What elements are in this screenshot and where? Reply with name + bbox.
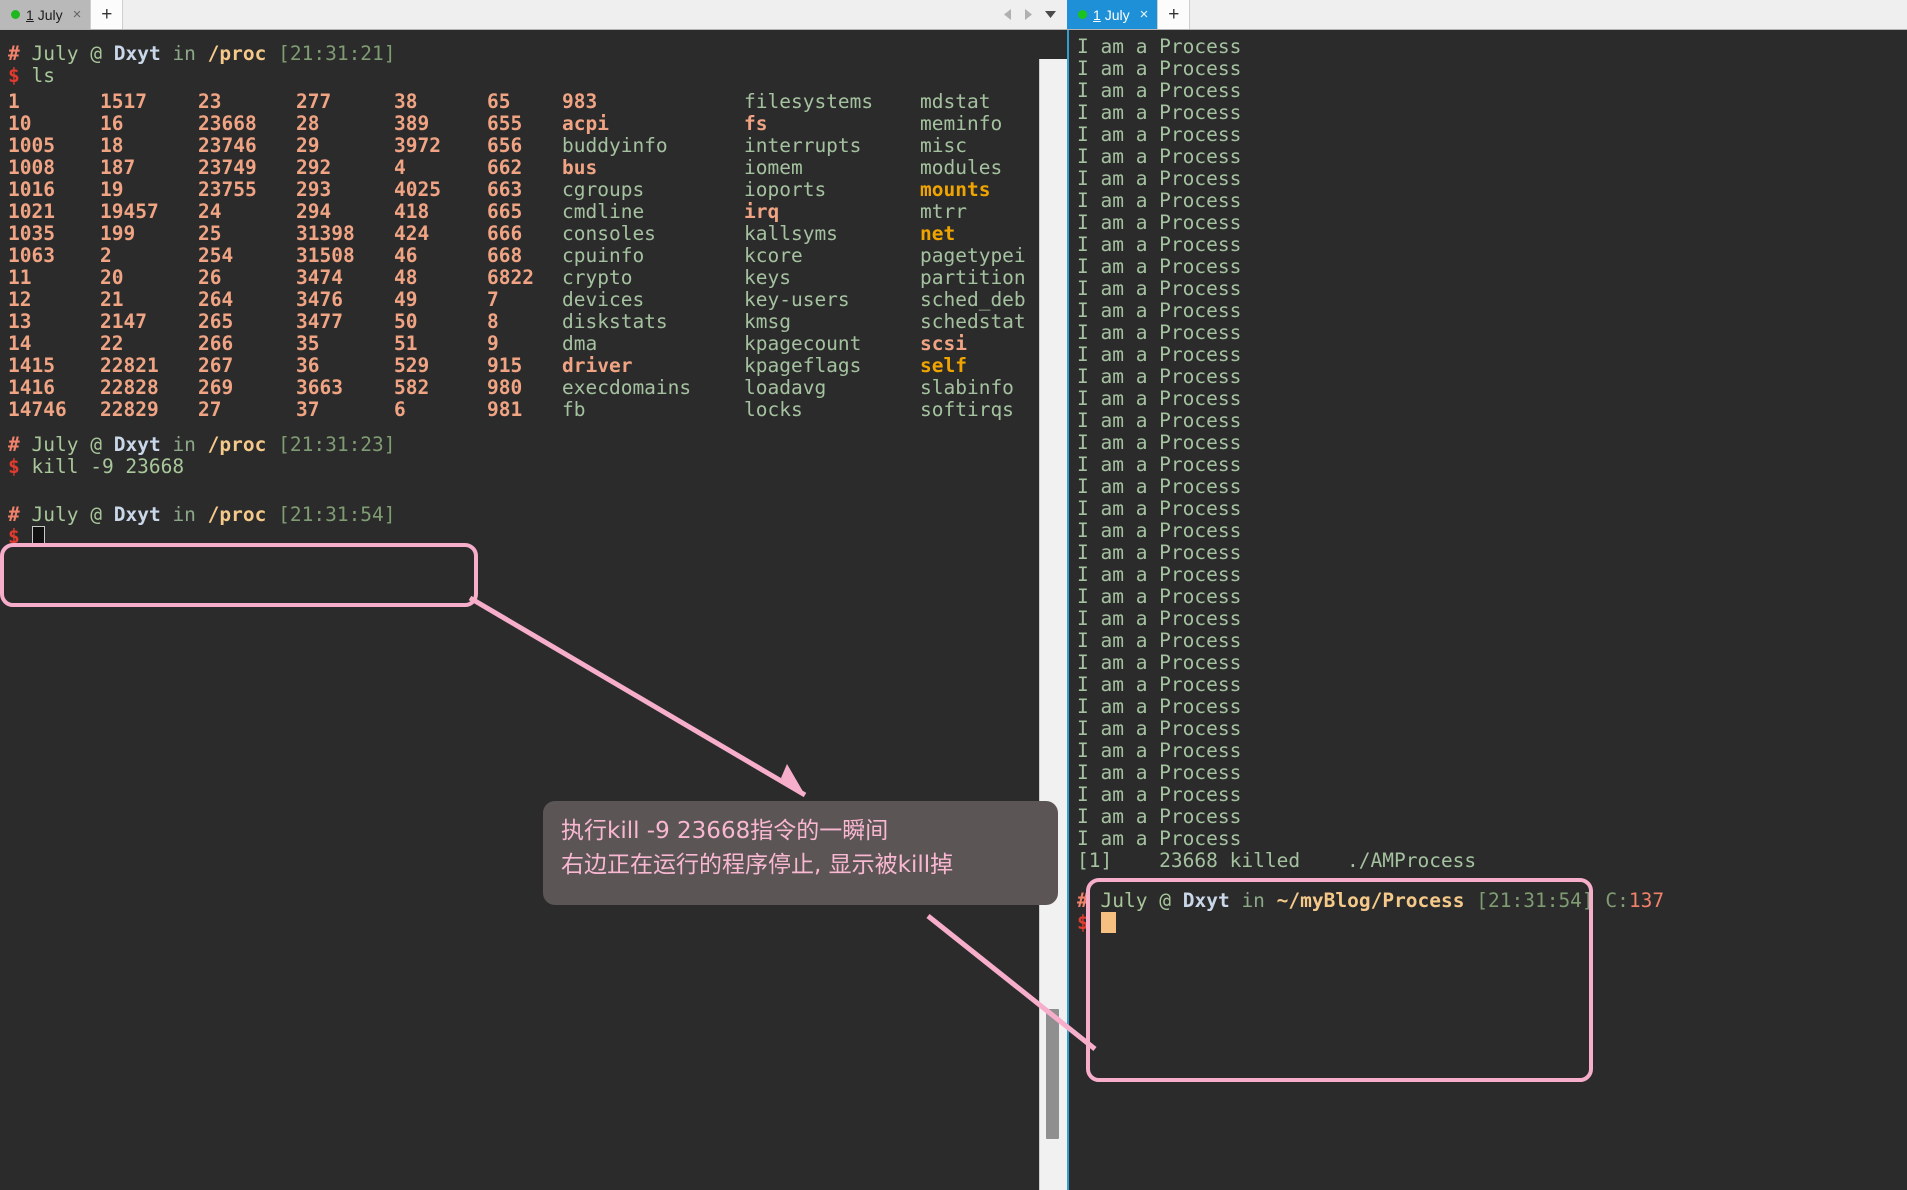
- killed-output-highlight: [1086, 878, 1593, 1082]
- leader-line-right: [926, 914, 1097, 1051]
- tooltip-line-2: 右边正在运行的程序停止, 显示被kill掉: [561, 852, 954, 878]
- tooltip-line-1: 执行kill -9 23668指令的一瞬间: [561, 818, 889, 844]
- leader-line-left: [468, 595, 807, 798]
- kill-command-highlight: [0, 543, 478, 607]
- annotation-tooltip: 执行kill -9 23668指令的一瞬间 右边正在运行的程序停止, 显示被ki…: [543, 801, 1058, 905]
